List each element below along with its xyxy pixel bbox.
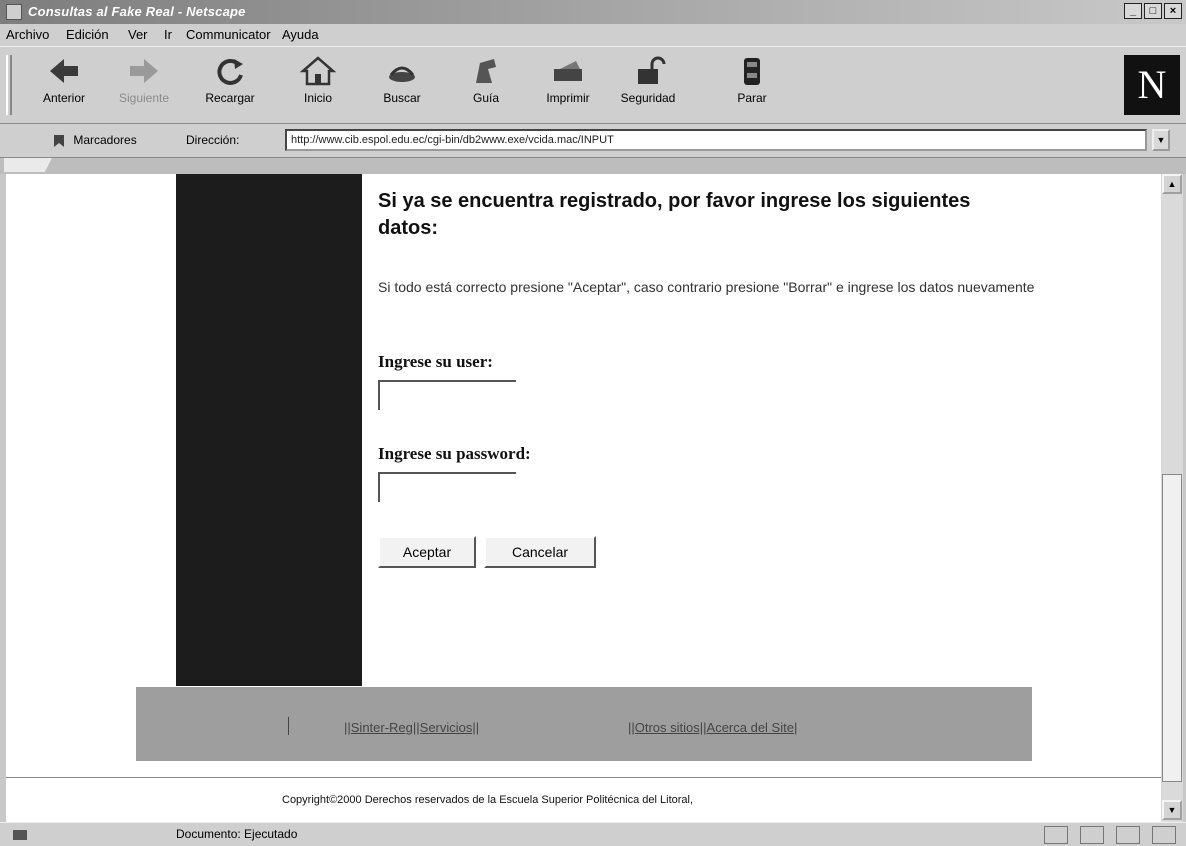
menu-edicion[interactable]: Edición	[66, 27, 109, 42]
toolbar-grip[interactable]	[6, 55, 12, 115]
cancel-button[interactable]: Cancelar	[484, 536, 596, 568]
menu-ayuda[interactable]: Ayuda	[282, 27, 319, 42]
address-label: Dirección:	[186, 133, 240, 147]
back-button[interactable]: Anterior	[30, 53, 98, 115]
scrollbar-thumb[interactable]	[1162, 474, 1182, 782]
window-title: Consultas al Fake Real - Netscape	[28, 4, 246, 19]
password-label: Ingrese su password:	[378, 444, 531, 463]
status-text: Documento: Ejecutado	[176, 827, 298, 841]
footer-links-right[interactable]: ||Otros sitios||Acerca del Site|	[628, 720, 797, 735]
security-lock-icon	[638, 56, 666, 84]
menu-communicator[interactable]: Communicator	[186, 27, 271, 42]
scroll-down-arrow-icon[interactable]: ▼	[1162, 800, 1182, 820]
user-input[interactable]	[378, 380, 516, 410]
netscape-logo[interactable]: N	[1124, 55, 1180, 115]
minimize-button[interactable]: _	[1124, 3, 1142, 19]
netscape-app-icon	[6, 4, 22, 20]
bookmarks-icon	[54, 134, 64, 147]
stop-icon	[744, 58, 760, 85]
accept-button[interactable]: Aceptar	[378, 536, 476, 568]
reload-button[interactable]: Recargar	[196, 53, 264, 115]
discussions-icon[interactable]	[1116, 826, 1140, 844]
instructions-text: Si todo está correcto presione "Aceptar"…	[378, 279, 1035, 295]
menu-archivo[interactable]: Archivo	[6, 27, 49, 42]
window-controls: _ □ ×	[1124, 3, 1182, 19]
page-heading: Si ya se encuentra registrado, por favor…	[378, 190, 971, 239]
reload-icon	[217, 58, 243, 85]
footer-divider	[288, 717, 289, 735]
url-input[interactable]: http://www.cib.espol.edu.ec/cgi-bin/db2w…	[285, 129, 1147, 151]
location-toolbar: Marcadores Dirección: http://www.cib.esp…	[0, 124, 1186, 158]
horizontal-rule	[6, 777, 1161, 779]
vertical-scrollbar[interactable]: ▲ ▼	[1161, 174, 1183, 822]
bookmarks-button[interactable]: Marcadores	[52, 133, 137, 148]
left-sidebar	[176, 174, 362, 686]
scroll-up-arrow-icon[interactable]: ▲	[1162, 174, 1182, 194]
security-button[interactable]: Seguridad	[614, 53, 682, 115]
print-button[interactable]: Imprimir	[534, 53, 602, 115]
search-button[interactable]: Buscar	[368, 53, 436, 115]
bookmarks-label: Marcadores	[73, 133, 137, 147]
menu-bar: Archivo Edición Ver Ir Communicator Ayud…	[0, 24, 1186, 46]
stop-button[interactable]: Parar	[718, 53, 786, 115]
search-icon	[389, 66, 415, 82]
close-button[interactable]: ×	[1164, 3, 1182, 19]
menu-ir[interactable]: Ir	[164, 27, 172, 42]
page-content: Si ya se encuentra registrado, por favor…	[6, 174, 1161, 822]
home-icon	[299, 56, 337, 86]
copyright-text: Copyright©2000 Derechos reservados de la…	[282, 794, 694, 806]
composer-icon[interactable]	[1152, 826, 1176, 844]
personal-toolbar-strip	[0, 158, 1186, 174]
back-arrow-icon	[50, 59, 78, 83]
print-icon	[554, 61, 582, 81]
mail-icon[interactable]	[1080, 826, 1104, 844]
forward-button[interactable]: Siguiente	[110, 53, 178, 115]
status-bar: Documento: Ejecutado	[0, 822, 1186, 846]
forward-arrow-icon	[130, 59, 158, 83]
connection-status-icon	[13, 830, 27, 840]
component-bar	[1044, 826, 1176, 844]
guide-button[interactable]: Guía	[452, 53, 520, 115]
maximize-button[interactable]: □	[1144, 3, 1162, 19]
collapsed-toolbar-tab[interactable]	[4, 158, 52, 172]
window-title-bar: Consultas al Fake Real - Netscape _ □ ×	[0, 0, 1186, 24]
menu-ver[interactable]: Ver	[128, 27, 148, 42]
navigator-icon[interactable]	[1044, 826, 1068, 844]
user-label: Ingrese su user:	[378, 352, 493, 371]
footer-links-band: ||Sinter-Reg||Servicios|| ||Otros sitios…	[136, 687, 1032, 761]
guide-icon	[476, 59, 496, 83]
footer-links-left[interactable]: ||Sinter-Reg||Servicios||	[344, 720, 479, 735]
password-input[interactable]	[378, 472, 516, 502]
navigation-toolbar: Anterior Siguiente Recargar Inicio Busca…	[0, 46, 1186, 124]
url-dropdown-button[interactable]: ▼	[1152, 129, 1170, 151]
home-button[interactable]: Inicio	[284, 53, 352, 115]
